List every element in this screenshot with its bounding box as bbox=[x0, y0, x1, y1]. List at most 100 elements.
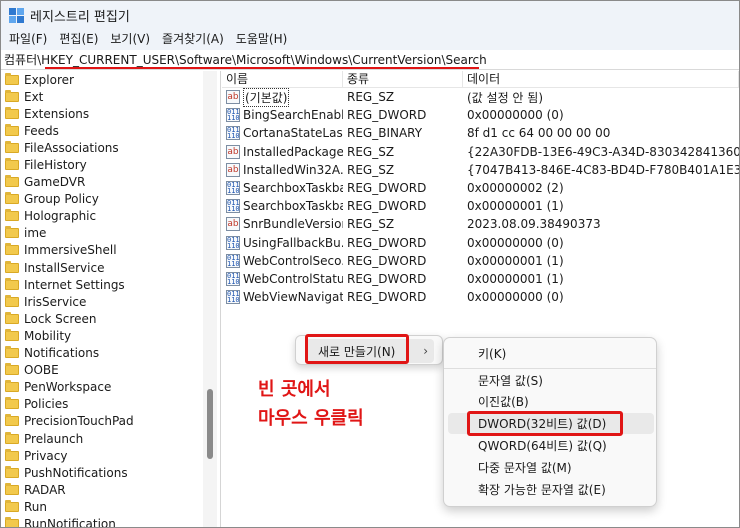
tree-item-label: Privacy bbox=[24, 448, 68, 463]
value-data: (값 설정 안 됨) bbox=[467, 90, 544, 105]
column-header-name[interactable]: 이름 bbox=[222, 71, 343, 87]
submenu-item-string-value[interactable]: 문자열 값(S) bbox=[448, 370, 654, 391]
value-name-cell: 011 110BingSearchEnabl... bbox=[222, 108, 343, 123]
submenu-item-qword-value[interactable]: QWORD(64비트) 값(Q) bbox=[448, 435, 654, 456]
folder-icon bbox=[5, 277, 19, 290]
menu-view[interactable]: 보기(V) bbox=[104, 29, 156, 50]
tree-item[interactable]: Ext bbox=[1, 88, 201, 105]
tree-item[interactable]: FileAssociations bbox=[1, 139, 201, 156]
value-type: REG_DWORD bbox=[347, 271, 427, 286]
value-name: InstalledWin32A... bbox=[243, 162, 343, 177]
value-row[interactable]: ab SnrBundleVersion REG_SZ 2023.08.09.38490… bbox=[222, 215, 739, 233]
value-row[interactable]: 011 110WebViewNavigat... REG_DWORD 0x00000… bbox=[222, 288, 739, 306]
submenu-item-binary-value[interactable]: 이진값(B) bbox=[448, 391, 654, 412]
tree-item[interactable]: Holographic bbox=[1, 208, 201, 225]
folder-icon bbox=[5, 397, 19, 410]
column-header-type[interactable]: 종류 bbox=[343, 71, 463, 87]
value-row[interactable]: abInstalledPackage... REG_SZ {22A30FDB-13E… bbox=[222, 143, 739, 161]
folder-icon bbox=[5, 431, 19, 444]
value-data: 8f d1 cc 64 00 00 00 00 bbox=[467, 126, 611, 141]
value-type: REG_DWORD bbox=[347, 181, 427, 196]
value-name-cell: 011 110CortanaStateLast... bbox=[222, 126, 343, 141]
value-type: REG_SZ bbox=[347, 144, 395, 159]
tree-item[interactable]: IrisService bbox=[1, 293, 201, 310]
tree-item[interactable]: RunNotification bbox=[1, 515, 201, 528]
folder-icon bbox=[5, 226, 19, 239]
tree-item[interactable]: Prelaunch bbox=[1, 430, 201, 447]
tree-item-label: ime bbox=[24, 226, 47, 241]
submenu-item-key[interactable]: 키(K) bbox=[448, 343, 654, 364]
tree-item[interactable]: ImmersiveShell bbox=[1, 242, 201, 259]
submenu-item-expandable-string-value[interactable]: 확장 가능한 문자열 값(E) bbox=[448, 479, 654, 500]
tree-scrollbar[interactable] bbox=[203, 71, 217, 527]
tree-item[interactable]: Run bbox=[1, 498, 201, 515]
tree-item-label: FileAssociations bbox=[24, 140, 119, 155]
tree-item[interactable]: Extensions bbox=[1, 105, 201, 122]
value-name: WebControlStatus bbox=[243, 271, 343, 286]
tree-item-label: RADAR bbox=[24, 482, 66, 497]
string-value-icon: ab bbox=[226, 162, 240, 177]
value-type: REG_SZ bbox=[347, 162, 395, 177]
value-row[interactable]: 011 110 WebControlSeco... REG_DWORD 0x00000… bbox=[222, 252, 739, 270]
value-data: 0x00000000 (0) bbox=[467, 235, 564, 250]
submenu-item-dword-value[interactable]: DWORD(32비트) 값(D) bbox=[448, 413, 654, 434]
tree-item[interactable]: PenWorkspace bbox=[1, 379, 201, 396]
tree-item[interactable]: Feeds bbox=[1, 122, 201, 139]
tree-item-label: IrisService bbox=[24, 294, 87, 309]
scrollbar-thumb[interactable] bbox=[207, 389, 213, 459]
value-row[interactable]: 011 110BingSearchEnabl... REG_DWORD 0x0000… bbox=[222, 106, 739, 124]
value-row[interactable]: ab InstalledWin32A... REG_SZ {7047B413-846E… bbox=[222, 161, 739, 179]
tree-item[interactable]: Explorer bbox=[1, 71, 201, 88]
binary-value-icon: 011 110 bbox=[226, 181, 240, 196]
value-row[interactable]: 011 110 WebControlStatus REG_DWORD 0x000000… bbox=[222, 270, 739, 288]
value-row[interactable]: 011 110SearchboxTaskba... REG_DWORD 0x0000… bbox=[222, 179, 739, 197]
tree-item-label: Ext bbox=[24, 89, 44, 104]
tree-item[interactable]: Group Policy bbox=[1, 191, 201, 208]
menu-favorites[interactable]: 즐겨찾기(A) bbox=[156, 29, 230, 50]
value-name: CortanaStateLast... bbox=[243, 126, 343, 141]
tree-item[interactable]: Internet Settings bbox=[1, 276, 201, 293]
value-data: 0x00000002 (2) bbox=[467, 181, 564, 196]
tree-item[interactable]: RADAR bbox=[1, 481, 201, 498]
column-header-data[interactable]: 데이터 bbox=[463, 71, 739, 87]
tree-item[interactable]: OOBE bbox=[1, 362, 201, 379]
tree-item[interactable]: InstallService bbox=[1, 259, 201, 276]
value-name-cell: ab InstalledWin32A... bbox=[222, 162, 343, 177]
tree-item-label: FileHistory bbox=[24, 158, 87, 173]
submenu-item-multi-string-value[interactable]: 다중 문자열 값(M) bbox=[448, 457, 654, 478]
value-row[interactable]: 011 110 UsingFallbackBu... REG_DWORD 0x0000… bbox=[222, 234, 739, 252]
menu-edit[interactable]: 편집(E) bbox=[53, 29, 104, 50]
tree-item[interactable]: GameDVR bbox=[1, 174, 201, 191]
list-header: 이름 종류 데이터 bbox=[222, 71, 739, 88]
value-type: REG_BINARY bbox=[347, 126, 423, 141]
tree-item[interactable]: PrecisionTouchPad bbox=[1, 413, 201, 430]
value-data: 0x00000001 (1) bbox=[467, 271, 564, 286]
tree-item[interactable]: ime bbox=[1, 225, 201, 242]
tree-item[interactable]: Notifications bbox=[1, 345, 201, 362]
tree-item-label: RunNotification bbox=[24, 516, 116, 528]
annotation-line-1: 빈 곳에서 bbox=[258, 379, 331, 400]
value-name-cell: 011 110 WebControlSeco... bbox=[222, 253, 343, 268]
pane-splitter[interactable] bbox=[220, 71, 221, 527]
tree-item[interactable]: FileHistory bbox=[1, 156, 201, 173]
tree-item[interactable]: Policies bbox=[1, 396, 201, 413]
menu-help[interactable]: 도움말(H) bbox=[230, 29, 294, 50]
tree-item[interactable]: Lock Screen bbox=[1, 310, 201, 327]
value-type: REG_SZ bbox=[347, 90, 395, 105]
value-data: 0x00000000 (0) bbox=[467, 290, 564, 305]
menu-bar: 파일(F) 편집(E) 보기(V) 즐겨찾기(A) 도움말(H) bbox=[1, 29, 739, 50]
menu-item-new[interactable]: 새로 만들기(N) › bbox=[306, 339, 434, 363]
value-name: UsingFallbackBu... bbox=[243, 235, 343, 250]
tree-item[interactable]: Privacy bbox=[1, 447, 201, 464]
folder-icon bbox=[5, 363, 19, 376]
menu-file[interactable]: 파일(F) bbox=[3, 29, 53, 50]
tree-item[interactable]: PushNotifications bbox=[1, 464, 201, 481]
value-name: SearchboxTaskba... bbox=[243, 181, 343, 196]
folder-icon bbox=[5, 380, 19, 393]
value-row[interactable]: 011 110CortanaStateLast... REG_BINARY 8f d… bbox=[222, 124, 739, 142]
tree-item[interactable]: Mobility bbox=[1, 327, 201, 344]
string-value-icon: ab bbox=[226, 144, 240, 159]
value-row[interactable]: ab (기본값) REG_SZ (값 설정 안 됨) bbox=[222, 87, 739, 107]
value-name: InstalledPackage... bbox=[243, 144, 343, 159]
value-row[interactable]: 011 110SearchboxTaskba... REG_DWORD 0x0000… bbox=[222, 197, 739, 215]
